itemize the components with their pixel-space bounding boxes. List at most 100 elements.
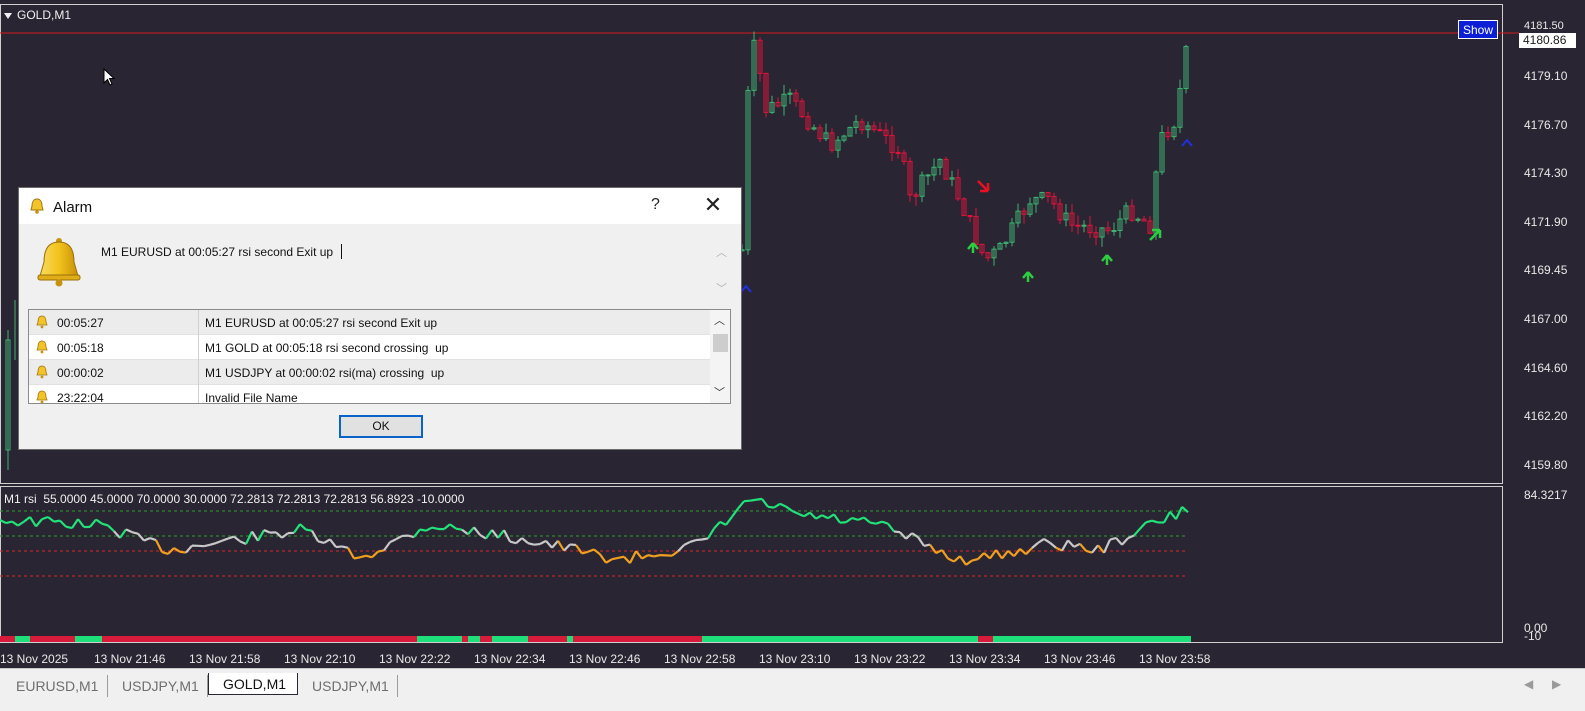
log-row[interactable]: 00:05:18 M1 GOLD at 00:05:18 rsi second … xyxy=(29,335,710,360)
buy-arrow-icon xyxy=(1023,272,1033,282)
alarm-log-list[interactable]: 00:05:27 M1 EURUSD at 00:05:27 rsi secon… xyxy=(28,309,731,404)
rsi-line-segment xyxy=(1170,512,1176,519)
candle-body xyxy=(968,216,972,217)
rsi-line-segment xyxy=(594,549,600,554)
rsi-line-segment xyxy=(582,552,588,554)
rsi-line-segment xyxy=(882,522,888,524)
log-time: 23:22:04 xyxy=(57,391,104,404)
rsi-line-segment xyxy=(696,539,702,540)
candle-body xyxy=(1112,231,1116,232)
rsi-line-segment xyxy=(360,556,366,558)
scroll-down-icon[interactable]: ﹀ xyxy=(714,384,725,400)
rsi-line-segment xyxy=(756,499,762,500)
tabs-scroll-left-icon[interactable]: ◀ xyxy=(1524,677,1533,691)
candle-body xyxy=(896,152,900,153)
rsi-line-segment xyxy=(90,520,96,527)
message-scroll-down-icon[interactable]: ﹀ xyxy=(716,280,727,296)
column-divider xyxy=(198,335,199,360)
rsi-line-segment xyxy=(126,529,132,532)
rsi-line-segment xyxy=(702,538,708,539)
rsi-line-segment xyxy=(618,557,624,558)
time-tick: 13 Nov 23:58 xyxy=(1139,652,1210,666)
rsi-line-segment xyxy=(72,519,78,528)
rsi-line-segment xyxy=(258,530,264,541)
help-button[interactable]: ? xyxy=(651,196,660,214)
rsi-line-segment xyxy=(1086,551,1092,553)
rsi-line-segment xyxy=(348,548,354,559)
rsi-line-segment xyxy=(636,551,642,558)
rsi-line-segment xyxy=(1098,545,1104,552)
rsi-line-segment xyxy=(1164,512,1170,523)
rsi-line-segment xyxy=(462,530,468,535)
log-scrollbar[interactable]: ︿ ﹀ xyxy=(710,310,730,403)
chart-symbol-label[interactable]: GOLD,M1 xyxy=(4,8,71,22)
rsi-line-segment xyxy=(456,529,462,530)
bell-icon xyxy=(35,390,49,404)
rsi-line-segment xyxy=(510,542,516,544)
time-tick: 13 Nov 23:22 xyxy=(854,652,925,666)
rsi-line-segment xyxy=(1092,545,1098,552)
rsi-line-segment xyxy=(546,541,552,548)
rsi-line-segment xyxy=(96,520,102,524)
message-scroll-up-icon[interactable]: ︿ xyxy=(716,244,727,260)
rsi-line-segment xyxy=(372,552,378,558)
rsi-line-segment xyxy=(234,537,240,542)
log-row[interactable]: 00:05:27 M1 EURUSD at 00:05:27 rsi secon… xyxy=(29,310,710,335)
rsi-line-segment xyxy=(564,544,570,550)
tab-usdjpy-m1[interactable]: USDJPY,M1 xyxy=(108,675,208,697)
tab-eurusd-m1[interactable]: EURUSD,M1 xyxy=(2,675,108,697)
rsi-line-segment xyxy=(420,529,426,530)
rsi-line-segment xyxy=(318,541,324,543)
rsi-line-segment xyxy=(780,504,786,507)
price-tick: 4159.80 xyxy=(1524,458,1567,472)
rsi-line-segment xyxy=(558,541,564,551)
rsi-line-segment xyxy=(228,537,234,539)
show-button[interactable]: Show xyxy=(1458,20,1498,39)
rsi-line-segment xyxy=(960,556,966,565)
tabs-scroll-right-icon[interactable]: ▶ xyxy=(1552,677,1561,691)
rsi-line-segment xyxy=(6,522,12,524)
bell-icon xyxy=(35,315,49,329)
scrollbar-thumb[interactable] xyxy=(713,334,728,352)
rsi-line-segment xyxy=(1074,544,1080,547)
dialog-titlebar[interactable]: Alarm ? ✕ xyxy=(19,188,741,224)
price-tick: 4176.70 xyxy=(1524,118,1567,132)
ok-button[interactable]: OK xyxy=(339,415,423,438)
candle-body xyxy=(1082,225,1086,226)
rsi-line-segment xyxy=(18,522,24,526)
rsi-line-segment xyxy=(1152,521,1158,523)
rsi-line-segment xyxy=(786,507,792,511)
scroll-up-icon[interactable]: ︿ xyxy=(714,312,725,328)
current-price-tag: 4180.86 xyxy=(1519,33,1576,48)
rsi-line-segment xyxy=(1038,539,1044,543)
price-axis[interactable]: 4181.50 4180.86 4179.10 4176.70 4174.30 … xyxy=(1519,0,1585,668)
rsi-line-segment xyxy=(66,527,72,528)
rsi-line-segment xyxy=(774,504,780,508)
rsi-line-segment xyxy=(216,541,222,543)
rsi-line-segment xyxy=(480,535,486,539)
signal-arrow-icon xyxy=(741,286,751,292)
close-button[interactable]: ✕ xyxy=(701,194,725,218)
collapse-triangle-icon[interactable] xyxy=(4,13,12,19)
rsi-line-segment xyxy=(762,499,768,507)
time-tick: 13 Nov 22:22 xyxy=(379,652,450,666)
rsi-line-segment xyxy=(708,529,714,539)
time-axis[interactable]: 13 Nov 2025 13 Nov 21:46 13 Nov 21:58 13… xyxy=(0,640,1519,668)
tab-usdjpy-m1-2[interactable]: USDJPY,M1 xyxy=(298,675,398,697)
rsi-line-segment xyxy=(1176,507,1182,519)
rsi-line-segment xyxy=(534,544,540,545)
rsi-line-segment xyxy=(1020,549,1026,554)
log-row[interactable]: 00:00:02 M1 USDJPY at 00:00:02 rsi(ma) c… xyxy=(29,360,710,385)
rsi-line-segment xyxy=(426,528,432,531)
log-message: M1 USDJPY at 00:00:02 rsi(ma) crossing u… xyxy=(205,366,444,380)
log-row[interactable]: 23:22:04 Invalid File Name xyxy=(29,385,710,404)
rsi-line-segment xyxy=(444,524,450,529)
tab-gold-m1[interactable]: GOLD,M1 xyxy=(208,673,298,695)
rsi-line-segment xyxy=(690,540,696,542)
rsi-line-segment xyxy=(1080,544,1086,551)
rsi-line-segment xyxy=(384,542,390,550)
price-tick: 4171.90 xyxy=(1524,215,1567,229)
indicator-min-label: -10 xyxy=(1524,629,1541,643)
text-caret xyxy=(341,244,342,259)
rsi-line-segment xyxy=(144,538,150,541)
